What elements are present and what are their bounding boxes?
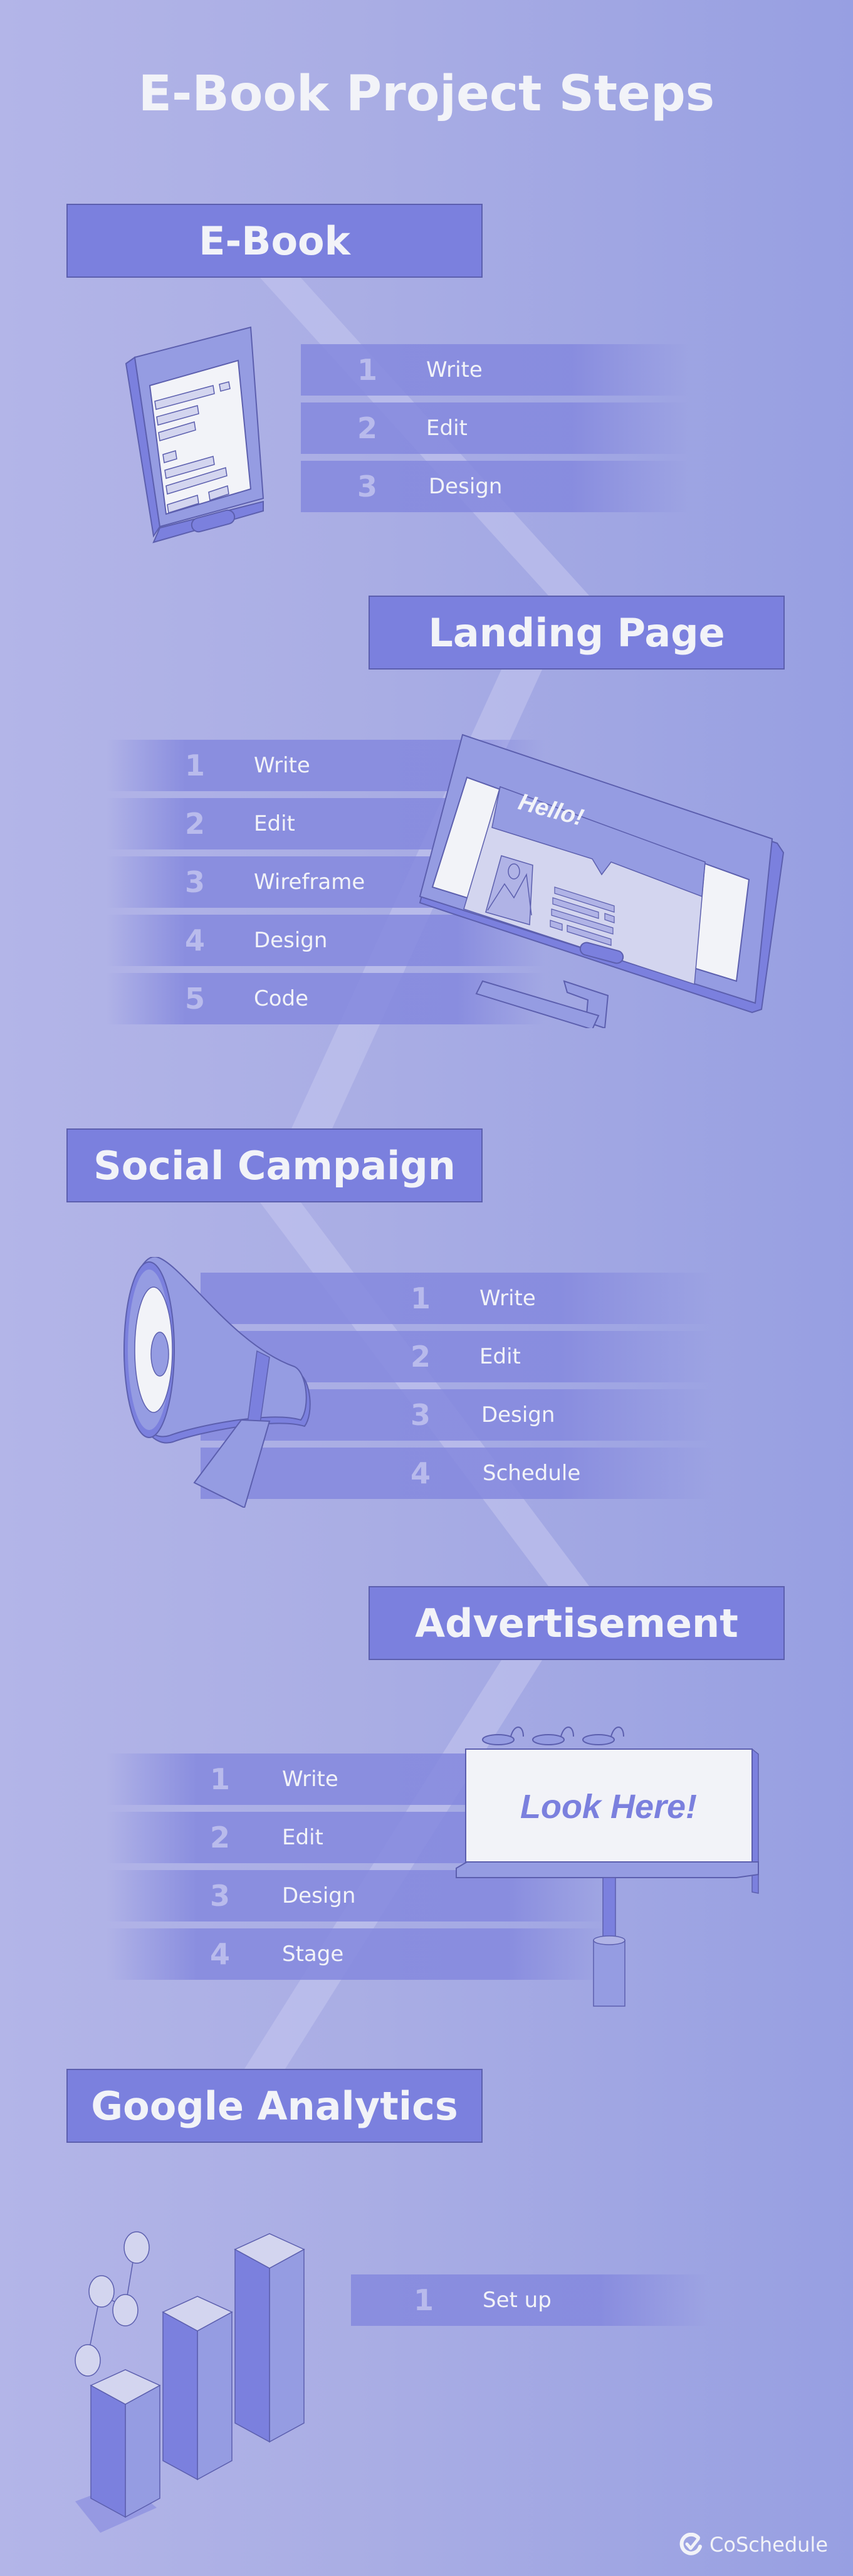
step-number: 4 xyxy=(411,1456,431,1490)
step-row: 1 Write xyxy=(301,344,689,396)
step-number: 2 xyxy=(210,1821,231,1854)
step-label: Code xyxy=(254,986,309,1011)
step-label: Design xyxy=(282,1883,356,1908)
step-row: 1 Set up xyxy=(351,2274,708,2326)
step-number: 4 xyxy=(210,1937,231,1971)
step-number: 1 xyxy=(185,749,206,782)
step-number: 3 xyxy=(185,865,206,899)
step-number: 5 xyxy=(185,982,206,1016)
step-label: Schedule xyxy=(483,1461,581,1486)
step-number: 4 xyxy=(185,923,206,957)
step-label: Edit xyxy=(426,416,468,441)
brand-name: CoSchedule xyxy=(709,2533,828,2557)
section-header-ebook: E-Book xyxy=(66,204,483,278)
step-label: Wireframe xyxy=(254,870,365,895)
step-number: 1 xyxy=(210,1762,231,1796)
tablet-icon xyxy=(125,326,264,544)
section-header-advertisement: Advertisement xyxy=(369,1586,785,1660)
bar-chart-icon xyxy=(75,2231,305,2533)
step-label: Edit xyxy=(254,811,295,836)
step-number: 1 xyxy=(411,1281,431,1315)
step-number: 2 xyxy=(185,807,206,841)
billboard-text: Look Here! xyxy=(520,1788,697,1826)
section-header-google-analytics: Google Analytics xyxy=(66,2069,483,2143)
coschedule-logo: CoSchedule xyxy=(679,2533,828,2557)
step-label: Write xyxy=(479,1286,536,1311)
step-row: 3 Design xyxy=(301,461,689,512)
step-label: Design xyxy=(481,1402,555,1427)
step-number: 1 xyxy=(414,2283,434,2317)
step-label: Design xyxy=(429,474,503,499)
section-header-social-campaign: Social Campaign xyxy=(66,1128,483,1202)
step-label: Design xyxy=(254,928,328,953)
step-number: 2 xyxy=(411,1340,431,1374)
step-label: Stage xyxy=(282,1942,344,1967)
step-number: 3 xyxy=(411,1398,431,1432)
page-title: E-Book Project Steps xyxy=(138,66,715,122)
step-label: Edit xyxy=(282,1825,323,1850)
monitor-icon: Hello! xyxy=(419,733,785,1028)
step-number: 3 xyxy=(210,1879,231,1913)
megaphone-icon xyxy=(123,1257,311,1508)
section-header-landing-page: Landing Page xyxy=(369,596,785,670)
billboard-icon: Look Here! xyxy=(456,1727,759,2007)
step-label: Write xyxy=(254,753,310,778)
step-number: 1 xyxy=(357,353,378,387)
step-label: Set up xyxy=(483,2288,552,2313)
step-row: 2 Edit xyxy=(301,402,689,454)
coschedule-check-icon xyxy=(679,2533,703,2555)
step-number: 3 xyxy=(357,470,378,503)
step-label: Write xyxy=(282,1767,338,1792)
step-label: Edit xyxy=(479,1344,521,1369)
step-number: 2 xyxy=(357,411,378,445)
step-label: Write xyxy=(426,357,483,382)
